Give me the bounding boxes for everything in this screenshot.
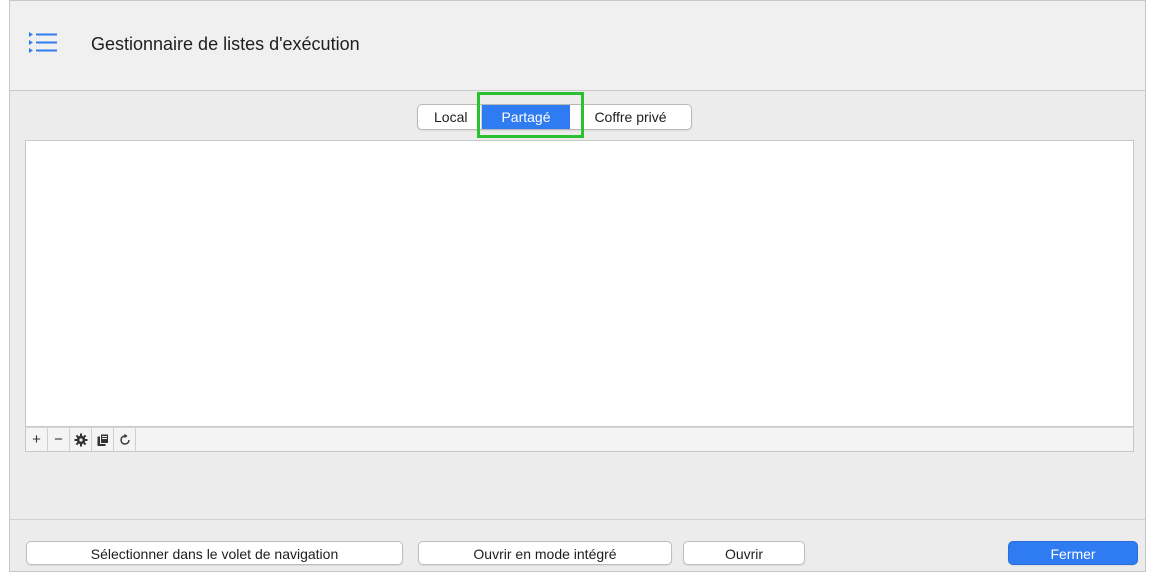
list-toolbar: + − — [25, 427, 1134, 452]
run-list-table[interactable] — [25, 140, 1134, 427]
remove-button[interactable]: − — [48, 428, 70, 451]
select-in-navigation-button[interactable]: Sélectionner dans le volet de navigation — [26, 541, 403, 565]
duplicate-icon — [97, 433, 109, 446]
tab-private-vault[interactable]: Coffre privé — [570, 105, 691, 129]
add-button[interactable]: + — [26, 428, 48, 451]
run-list-manager-window: Gestionnaire de listes d'exécution Local… — [9, 0, 1146, 572]
tab-shared[interactable]: Partagé — [482, 105, 570, 129]
minus-icon: − — [54, 431, 63, 448]
gear-icon — [74, 433, 87, 446]
open-integrated-button[interactable]: Ouvrir en mode intégré — [418, 541, 672, 565]
close-button[interactable]: Fermer — [1008, 541, 1138, 565]
refresh-button[interactable] — [114, 428, 136, 451]
scope-segmented-control: Local Partagé Coffre privé — [417, 104, 692, 130]
refresh-icon — [119, 433, 130, 445]
tab-local[interactable]: Local — [418, 105, 482, 129]
window-header: Gestionnaire de listes d'exécution — [10, 1, 1145, 91]
duplicate-button[interactable] — [92, 428, 114, 451]
open-button[interactable]: Ouvrir — [683, 541, 805, 565]
dialog-footer: Sélectionner dans le volet de navigation… — [10, 519, 1145, 573]
list-icon — [29, 32, 57, 53]
plus-icon: + — [32, 431, 41, 448]
window-title: Gestionnaire de listes d'exécution — [91, 34, 360, 54]
settings-button[interactable] — [70, 428, 92, 451]
